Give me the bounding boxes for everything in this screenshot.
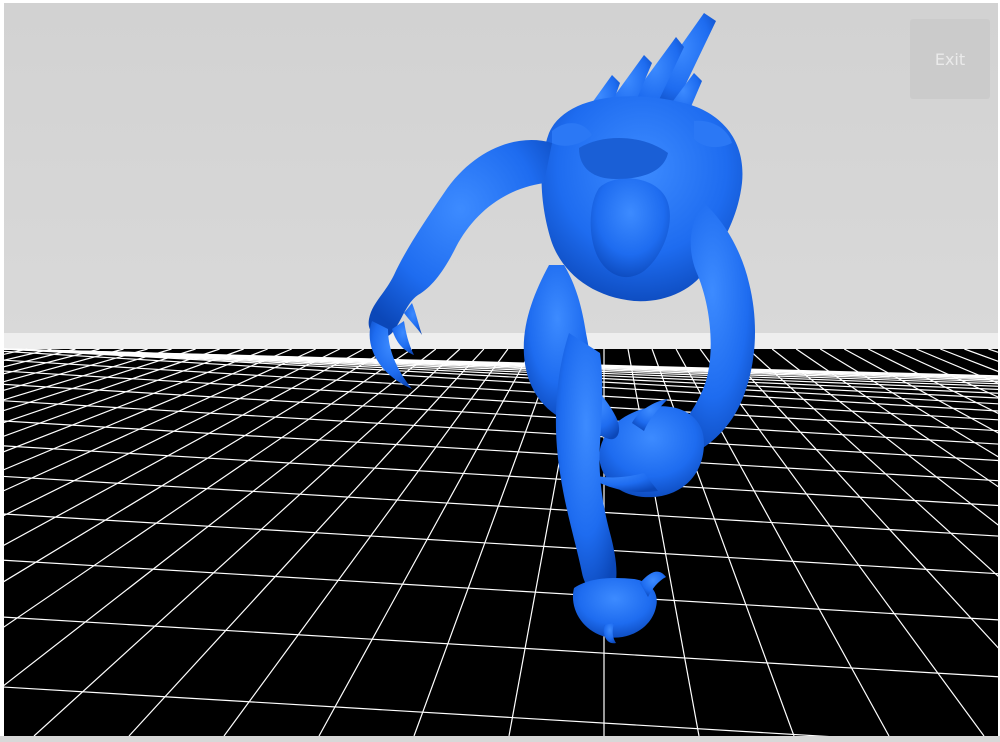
bottom-strip (0, 736, 1000, 742)
horizon-band (4, 333, 998, 351)
3d-viewport[interactable]: Exit (4, 3, 998, 736)
model-viewer: Exit (0, 0, 1000, 742)
3d-scene[interactable] (4, 3, 998, 736)
exit-button[interactable]: Exit (910, 19, 990, 99)
